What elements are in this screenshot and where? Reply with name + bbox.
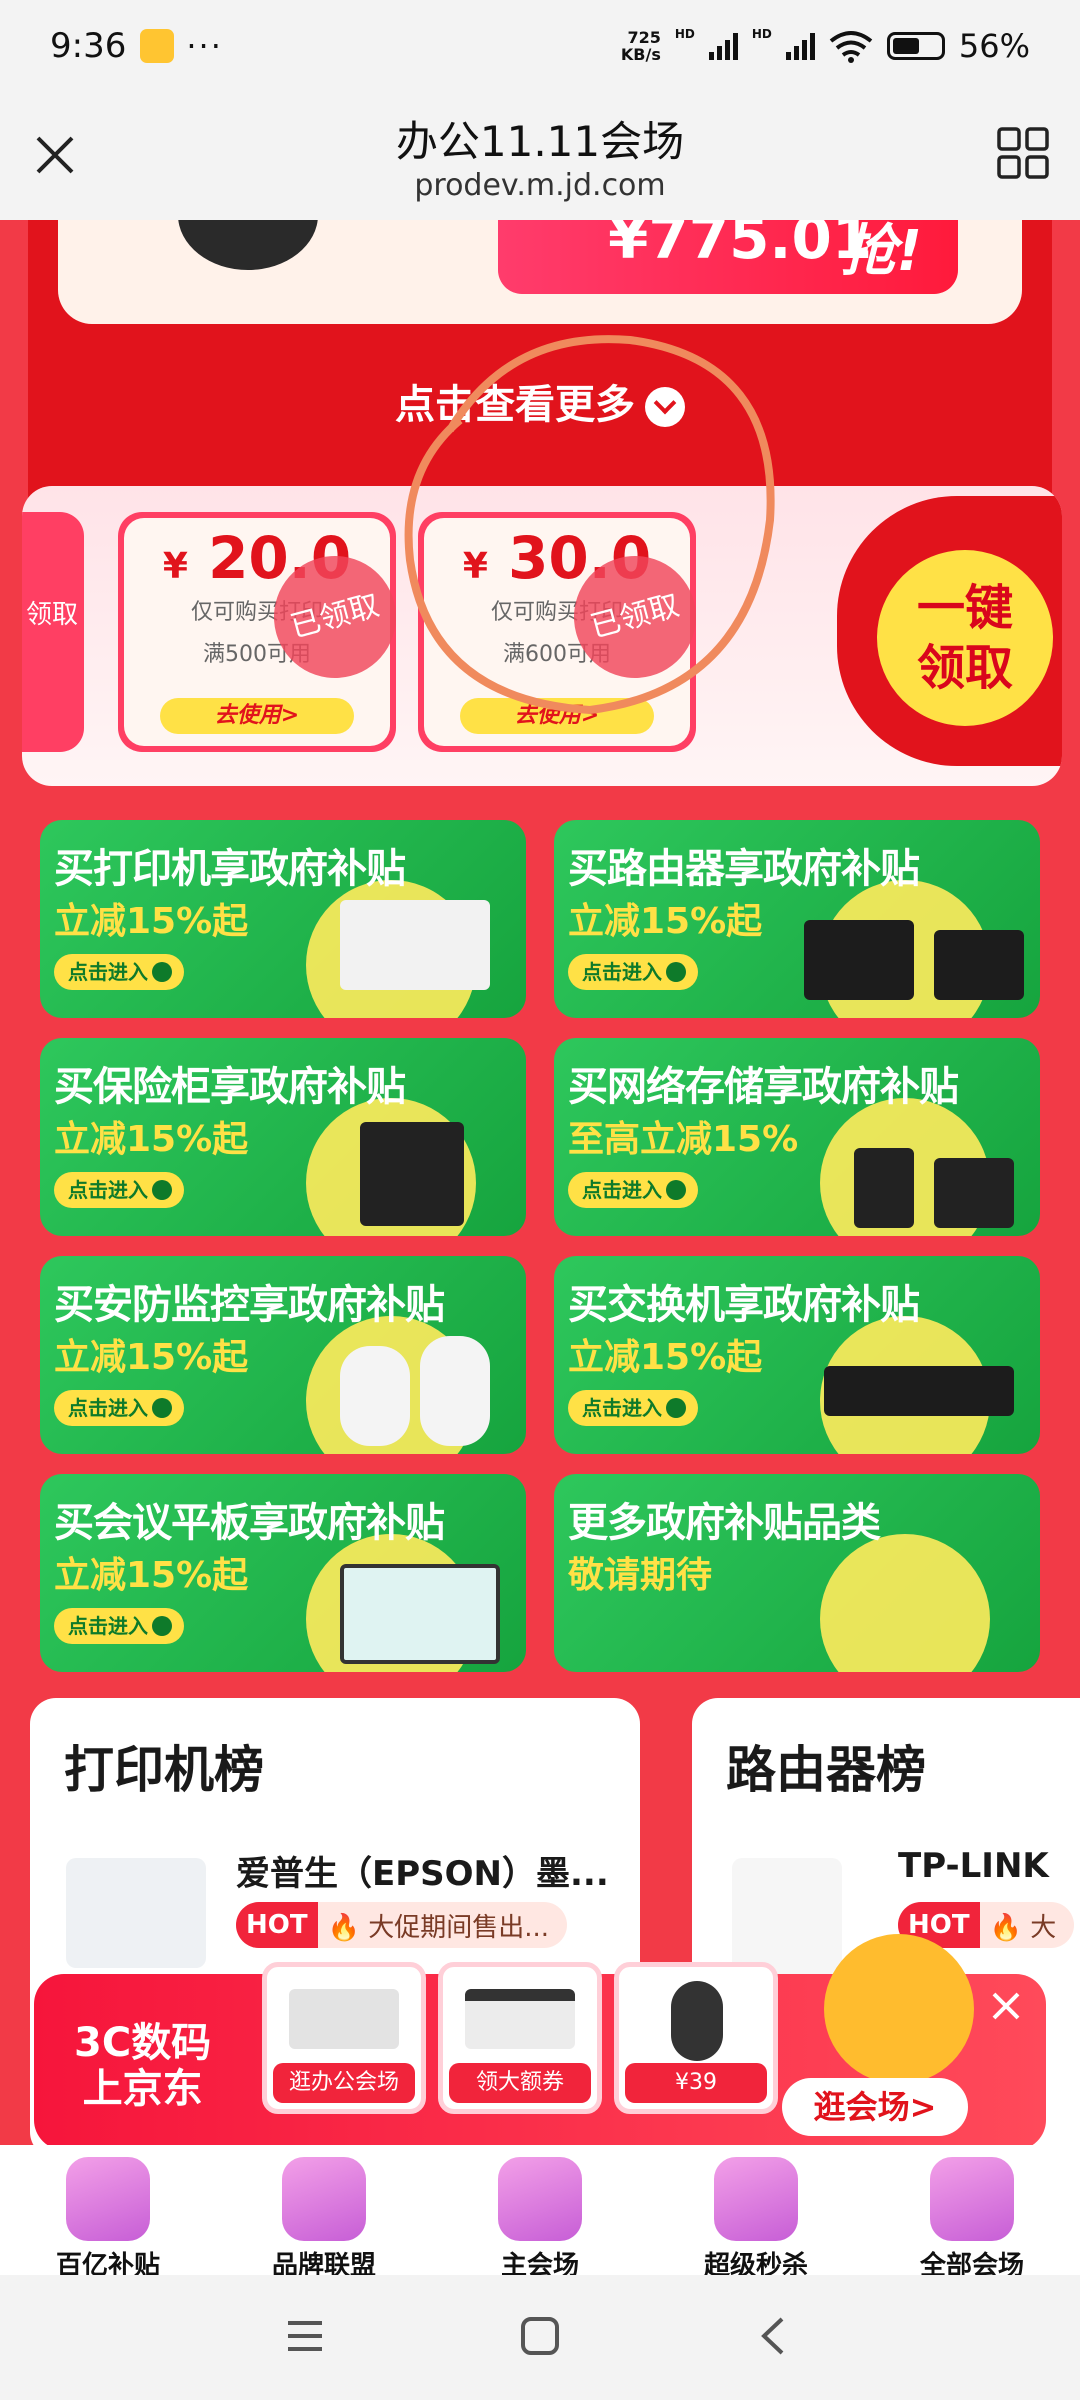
grid-icon (930, 2157, 1014, 2241)
page-title: 办公11.11会场 (395, 117, 685, 166)
switch-image (824, 1366, 1014, 1416)
arrow-right-icon (152, 1180, 172, 1200)
enter-button[interactable]: 点击进入 (54, 1390, 184, 1426)
close-icon[interactable] (984, 1984, 1028, 2028)
mouse-product-image (178, 220, 318, 270)
network-speed: 725 KB/s (620, 28, 661, 64)
coupon-use-button[interactable]: 去使用> (160, 698, 354, 734)
enter-button[interactable]: 点击进入 (54, 954, 184, 990)
subsidy-card-more: 更多政府补贴品类 敬请期待 (554, 1474, 1040, 1672)
browser-header: 办公11.11会场 prodev.m.jd.com (0, 92, 1080, 220)
home-icon[interactable] (515, 2311, 565, 2361)
signal-icon-1 (708, 32, 738, 60)
coupon-partial[interactable]: 领取 (22, 512, 84, 752)
enter-button[interactable]: 点击进入 (54, 1608, 184, 1644)
subsidy-card-router[interactable]: 买路由器享政府补贴 立减15%起 点击进入 (554, 820, 1040, 1018)
back-icon[interactable] (750, 2311, 800, 2361)
tab-main-venue[interactable]: 主会场 (432, 2145, 648, 2281)
trophy-icon (282, 2157, 366, 2241)
mascot-image (824, 1934, 974, 2084)
subsidy-card-printer[interactable]: 买打印机享政府补贴 立减15%起 点击进入 (40, 820, 526, 1018)
status-time: 9:36 (50, 26, 127, 66)
recent-apps-icon[interactable] (280, 2311, 330, 2361)
wifi-icon (829, 31, 873, 63)
printer-image (340, 900, 490, 990)
enter-button[interactable]: 点击进入 (568, 954, 698, 990)
ranking-item-name: 爱普生（EPSON）墨... (236, 1854, 609, 1894)
subsidy-card-switch[interactable]: 买交换机享政府补贴 立减15%起 点击进入 (554, 1256, 1040, 1454)
app-notification-icon (140, 29, 175, 63)
hd-label-2: HD (751, 27, 772, 41)
page-url: prodev.m.jd.com (414, 168, 666, 203)
grab-label: 抢! (840, 220, 922, 284)
subsidy-card-meeting-panel[interactable]: 买会议平板享政府补贴 立减15%起 点击进入 (40, 1474, 526, 1672)
enter-button[interactable]: 点击进入 (54, 1172, 184, 1208)
ranking-title: 路由器榜 (726, 1741, 926, 1799)
subsidy-card-safe[interactable]: 买保险柜享政府补贴 立减15%起 点击进入 (40, 1038, 526, 1236)
tab-billion-subsidy[interactable]: 百亿补贴 (0, 2145, 216, 2281)
hot-badge: HOT 🔥 大促期间售出... (236, 1902, 568, 1948)
banner-cta-button[interactable]: 逛会场> (782, 2078, 968, 2136)
promo-price: ¥775.01 (608, 220, 873, 272)
meeting-panel-image (340, 1564, 500, 1664)
arrow-right-icon (666, 1398, 686, 1418)
one-click-claim-panel: 一键 领取 (837, 496, 1062, 766)
ranking-title: 打印机榜 (64, 1741, 264, 1799)
mouse-image (671, 1981, 723, 2061)
bag-icon (66, 2157, 150, 2241)
tab-super-flash-sale[interactable]: 超级秒杀 (648, 2145, 864, 2281)
tab-all-venues[interactable]: 全部会场 (864, 2145, 1080, 2281)
subsidy-card-nas[interactable]: 买网络存储享政府补贴 至高立减15% 点击进入 (554, 1038, 1040, 1236)
camera-image (340, 1346, 410, 1446)
banner-product-mouse[interactable]: ¥39 (614, 1962, 778, 2114)
arrow-right-icon (666, 962, 686, 982)
more-notifications-icon: ··· (186, 27, 223, 65)
tab-brand-alliance[interactable]: 品牌联盟 (216, 2145, 432, 2281)
arrow-right-icon (666, 1180, 686, 1200)
1111-icon (498, 2157, 582, 2241)
printer-image (289, 1989, 399, 2049)
battery-percent: 56% (958, 27, 1030, 65)
banner-product-printer[interactable]: 逛办公会场 (262, 1962, 426, 2114)
ranking-item-name: TP-LINK (898, 1846, 1049, 1886)
floating-promo-banner[interactable]: 3C数码 上京东 逛办公会场 领大额券 ¥39 逛会场> (34, 1934, 1046, 2145)
arrow-right-icon (152, 1616, 172, 1636)
enter-button[interactable]: 点击进入 (568, 1390, 698, 1426)
coupon-20[interactable]: ¥ 20.0 仅可购买打印 满500可用 去使用> 已领取 (118, 512, 410, 752)
nas-image (854, 1148, 914, 1228)
printer-thumbnail (66, 1858, 206, 1968)
arrow-right-icon (152, 1398, 172, 1418)
menu-grid-icon[interactable] (996, 126, 1050, 180)
hd-label-1: HD (674, 27, 695, 41)
enter-button[interactable]: 点击进入 (568, 1172, 698, 1208)
subsidy-card-camera[interactable]: 买安防监控享政府补贴 立减15%起 点击进入 (40, 1256, 526, 1454)
printer-image (465, 1989, 575, 2049)
system-navigation-bar (0, 2275, 1080, 2400)
safe-image (360, 1122, 464, 1226)
status-bar: 9:36 ··· 725 KB/s HD HD 56% (0, 0, 1080, 92)
signal-icon-2 (785, 32, 815, 60)
one-click-claim-button[interactable]: 一键 领取 (877, 550, 1053, 726)
price-tag: ¥775.01 抢! (498, 220, 958, 294)
battery-icon (886, 32, 945, 60)
annotation-circle (404, 335, 775, 715)
bottom-tab-bar: 百亿补贴 品牌联盟 主会场 超级秒杀 全部会场 (0, 2145, 1080, 2281)
arrow-right-icon (152, 962, 172, 982)
banner-product-printer-2[interactable]: 领大额券 (438, 1962, 602, 2114)
page-content: ¥775.01 抢! 点击查看更多 领取 ¥ 20.0 仅可购买打印 满500可… (0, 220, 1080, 2145)
banner-slogan: 3C数码 上京东 (74, 2020, 212, 2112)
alarm-icon (714, 2157, 798, 2241)
router-image (804, 920, 914, 1000)
